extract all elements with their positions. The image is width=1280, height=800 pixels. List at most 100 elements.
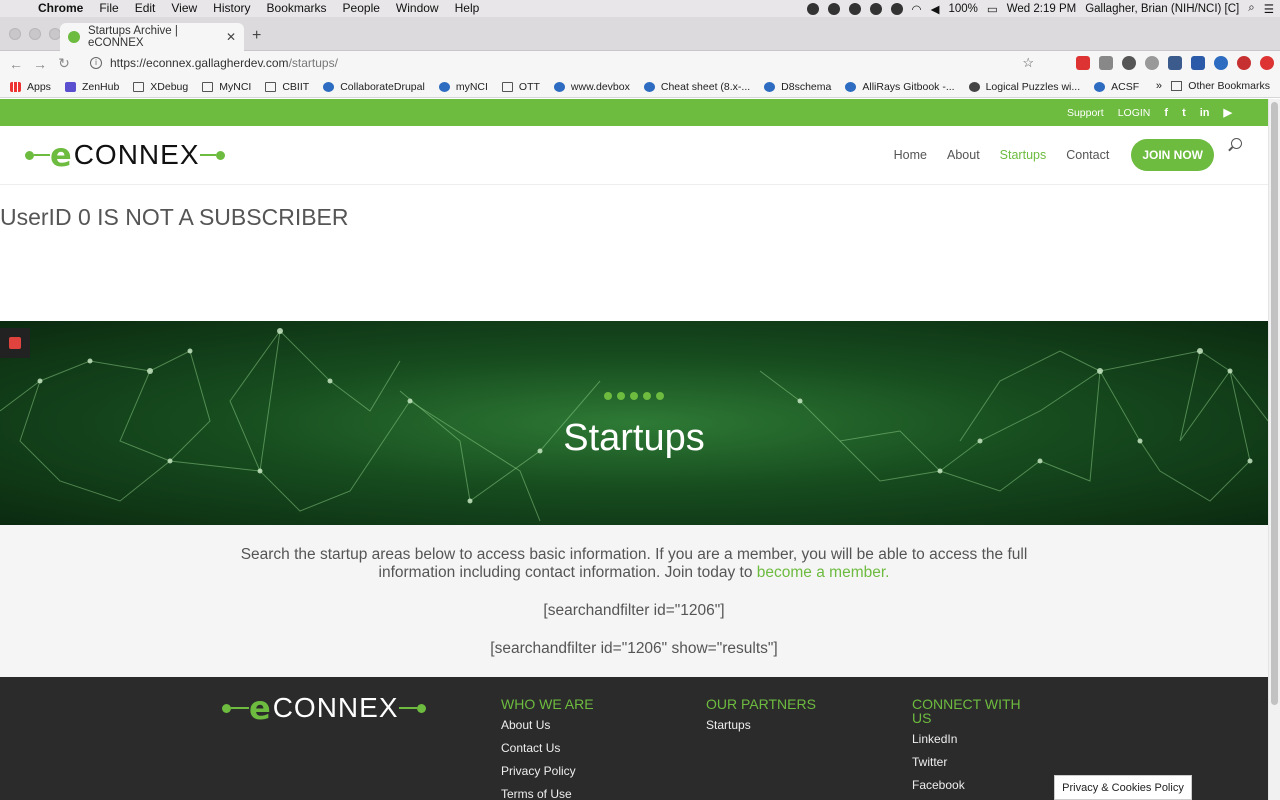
menu-app-name[interactable]: Chrome xyxy=(30,0,91,17)
page-scrollbar[interactable] xyxy=(1268,99,1280,800)
menu-help[interactable]: Help xyxy=(447,0,488,17)
back-arrow-icon[interactable]: ← xyxy=(4,56,28,72)
window-controls xyxy=(9,28,61,40)
globe-icon xyxy=(968,81,980,92)
bookmark-xdebug[interactable]: XDebug xyxy=(133,81,188,93)
intro-section: Search the startup areas below to access… xyxy=(0,525,1268,677)
battery-percent[interactable]: 100% xyxy=(948,3,977,15)
user-name[interactable]: Gallagher, Brian (NIH/NCI) [C] xyxy=(1085,3,1239,15)
bookmark-d8schema[interactable]: D8schema xyxy=(764,81,831,93)
folder-icon xyxy=(501,81,513,92)
footer-logo[interactable]: e CONNEX xyxy=(222,692,426,724)
extension-icon[interactable] xyxy=(1076,56,1090,70)
linkedin-icon[interactable]: in xyxy=(1200,107,1210,119)
footer-heading: CONNECT WITH US xyxy=(912,696,1021,726)
nav-startups[interactable]: Startups xyxy=(1000,148,1047,162)
drupal-icon xyxy=(438,81,450,92)
bookmark-zenhub[interactable]: ZenHub xyxy=(64,81,119,93)
footer-link-privacy[interactable]: Privacy Policy xyxy=(501,764,681,778)
other-bookmarks[interactable]: Other Bookmarks xyxy=(1171,80,1270,92)
battery-icon[interactable]: ▭ xyxy=(987,2,998,16)
bookmark-apps[interactable]: Apps xyxy=(10,81,51,93)
reload-icon[interactable]: ↻ xyxy=(52,55,76,72)
login-link[interactable]: LOGIN xyxy=(1118,107,1151,119)
bookmark-cbiit[interactable]: CBIIT xyxy=(265,81,309,93)
logo-line xyxy=(199,154,216,156)
footer-link-linkedin[interactable]: LinkedIn xyxy=(912,732,1042,746)
search-icon[interactable] xyxy=(1231,138,1242,149)
volume-icon[interactable]: ◀ xyxy=(931,2,940,16)
close-tab-icon[interactable]: ✕ xyxy=(226,30,236,44)
extension-icon[interactable] xyxy=(1191,56,1205,70)
bookmark-cheat-sheet[interactable]: Cheat sheet (8.x-... xyxy=(643,81,750,93)
spotlight-icon[interactable]: ⌕ xyxy=(1248,2,1254,15)
bookmark-ott[interactable]: OTT xyxy=(501,81,540,93)
clock[interactable]: Wed 2:19 PM xyxy=(1007,3,1076,15)
extension-icon[interactable] xyxy=(1168,56,1182,70)
address-bar[interactable]: i https://econnex.gallagherdev.com /star… xyxy=(82,53,1042,73)
econnex-logo[interactable]: e CONNEX xyxy=(25,139,225,171)
apps-grid-icon xyxy=(10,81,21,92)
close-window-button[interactable] xyxy=(9,28,21,40)
bookmarks-overflow-chevron[interactable]: » xyxy=(1156,80,1162,92)
footer-link-facebook[interactable]: Facebook xyxy=(912,778,1042,792)
bookmark-collaboratedrupal[interactable]: CollaborateDrupal xyxy=(323,81,425,93)
footer-link-terms[interactable]: Terms of Use xyxy=(501,787,681,800)
status-app-icon[interactable] xyxy=(827,2,840,15)
gitbook-icon xyxy=(845,81,857,92)
bookmark-devbox[interactable]: www.devbox xyxy=(553,81,630,93)
status-app-icon[interactable] xyxy=(869,2,882,15)
footer-link-contact[interactable]: Contact Us xyxy=(501,741,681,755)
become-member-link[interactable]: become a member. xyxy=(757,564,890,581)
menu-file[interactable]: File xyxy=(91,0,126,17)
support-link[interactable]: Support xyxy=(1067,107,1104,119)
bookmark-label: CBIIT xyxy=(282,80,310,93)
twitter-icon[interactable]: t xyxy=(1182,107,1186,119)
dot xyxy=(617,392,625,400)
status-app-icon[interactable] xyxy=(806,2,819,15)
intro-text: Search the startup areas below to access… xyxy=(240,546,1028,581)
new-tab-icon[interactable]: + xyxy=(252,27,261,45)
menu-edit[interactable]: Edit xyxy=(127,0,164,17)
menu-view[interactable]: View xyxy=(163,0,205,17)
privacy-cookies-button[interactable]: Privacy & Cookies Policy xyxy=(1054,775,1192,800)
bookmark-logical-puzzles[interactable]: Logical Puzzles wi... xyxy=(968,81,1080,93)
footer-link-startups[interactable]: Startups xyxy=(706,718,886,732)
extension-icon[interactable] xyxy=(1145,56,1159,70)
facebook-icon[interactable]: f xyxy=(1164,107,1168,119)
menu-window[interactable]: Window xyxy=(388,0,447,17)
footer-link-about[interactable]: About Us xyxy=(501,718,681,732)
join-now-button[interactable]: JOIN NOW xyxy=(1131,139,1214,171)
scrollbar-thumb[interactable] xyxy=(1271,102,1278,705)
youtube-icon[interactable]: ▶ xyxy=(1224,106,1232,119)
profile-avatar[interactable] xyxy=(1237,56,1251,70)
extension-icon[interactable] xyxy=(1260,56,1274,70)
bookmark-star-icon[interactable]: ☆ xyxy=(1022,55,1034,71)
browser-tab-active[interactable]: Startups Archive | eCONNEX ✕ xyxy=(60,23,244,51)
status-app-icon[interactable] xyxy=(890,2,903,15)
nav-contact[interactable]: Contact xyxy=(1066,148,1109,162)
logo-text: CONNEX xyxy=(272,692,399,723)
minimize-window-button[interactable] xyxy=(29,28,41,40)
extension-icon[interactable] xyxy=(1122,56,1136,70)
nav-home[interactable]: Home xyxy=(894,148,927,162)
menu-history[interactable]: History xyxy=(205,0,258,17)
extension-icon[interactable] xyxy=(1214,56,1228,70)
status-app-icon[interactable] xyxy=(848,2,861,15)
menu-bookmarks[interactable]: Bookmarks xyxy=(259,0,335,17)
notification-center-icon[interactable]: ☰ xyxy=(1264,2,1274,16)
footer-link-twitter[interactable]: Twitter xyxy=(912,755,1042,769)
nav-about[interactable]: About xyxy=(947,148,980,162)
footer-heading: OUR PARTNERS xyxy=(706,696,816,712)
bookmark-mynci-folder[interactable]: MyNCI xyxy=(202,81,251,93)
extension-icon[interactable] xyxy=(1099,56,1113,70)
site-info-icon[interactable]: i xyxy=(90,57,102,69)
wifi-icon[interactable]: ◠ xyxy=(912,2,922,16)
bookmark-allirays[interactable]: AlliRays Gitbook -... xyxy=(845,80,955,93)
menu-people[interactable]: People xyxy=(335,0,388,17)
bookmark-mynci[interactable]: myNCI xyxy=(438,81,488,93)
forward-arrow-icon[interactable]: → xyxy=(28,56,52,72)
floating-widget-button[interactable] xyxy=(0,328,30,358)
bookmark-label: AlliRays Gitbook -... xyxy=(862,80,955,93)
bookmark-acsf[interactable]: ACSF xyxy=(1094,81,1139,93)
